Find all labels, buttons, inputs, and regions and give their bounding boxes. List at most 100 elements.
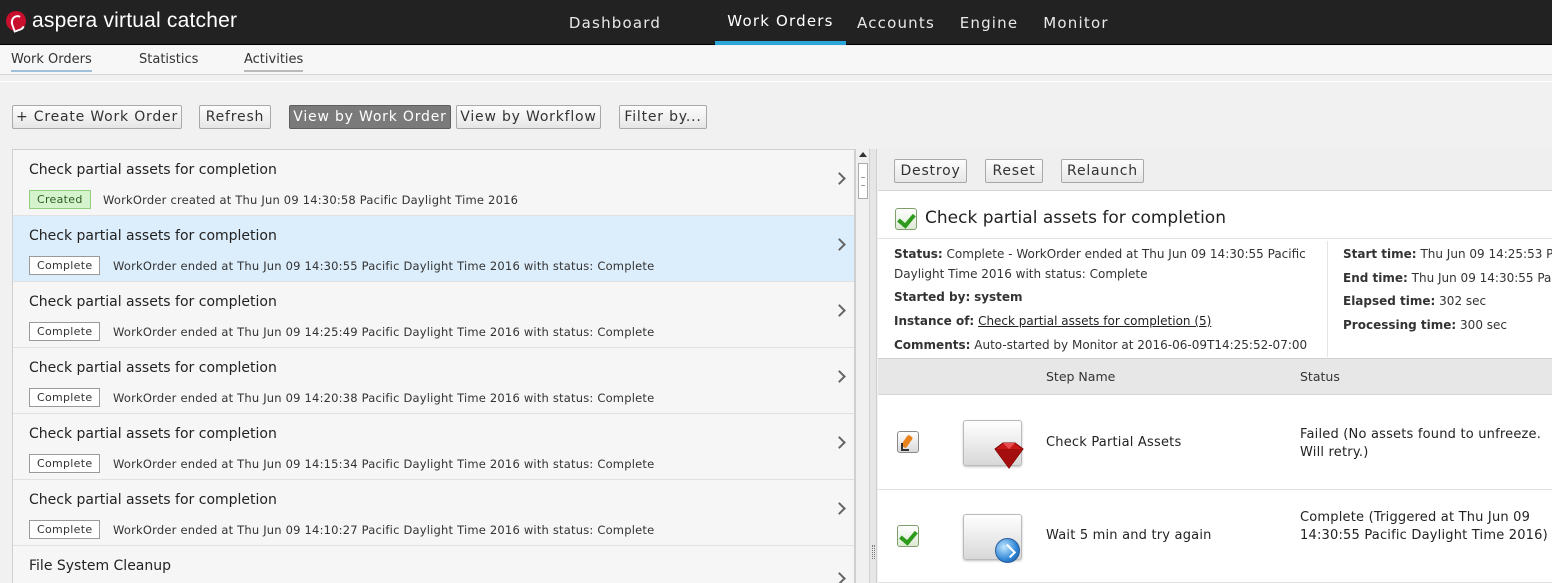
app-title: aspera virtual catcher: [32, 9, 238, 32]
detail-toolbar: Destroy Reset Relaunch: [878, 149, 1552, 191]
elapsed-time: Elapsed time: 302 sec: [1343, 291, 1486, 311]
status-badge: Complete: [29, 322, 101, 341]
nav-engine[interactable]: Engine: [955, 0, 1023, 45]
work-order-row[interactable]: Check partial assets for completion Comp…: [13, 282, 854, 348]
status-badge: Complete: [29, 388, 101, 407]
work-order-title: File System Cleanup: [29, 558, 172, 574]
started-by-key: Started by:: [894, 290, 971, 304]
app-logo[interactable]: aspera virtual catcher: [6, 8, 237, 34]
work-order-message: WorkOrder ended at Thu Jun 09 14:20:38 P…: [113, 391, 655, 405]
relaunch-button[interactable]: Relaunch: [1061, 159, 1144, 183]
chevron-right-icon[interactable]: [835, 304, 845, 318]
nav-monitor[interactable]: Monitor: [1038, 0, 1114, 45]
chevron-right-icon[interactable]: [835, 572, 845, 583]
view-by-workflow-button[interactable]: View by Workflow: [456, 105, 601, 129]
destroy-button[interactable]: Destroy: [894, 159, 967, 183]
nav-dashboard[interactable]: Dashboard: [558, 0, 672, 45]
aspera-logo-icon: [6, 11, 26, 31]
status-line-2: Daylight Time 2016 with status: Complete: [894, 267, 1148, 281]
chevron-right-icon[interactable]: [835, 370, 845, 384]
create-work-order-button[interactable]: + Create Work Order: [12, 105, 182, 129]
subtab-activities[interactable]: Activities: [244, 52, 304, 72]
processing-time: Processing time: 300 sec: [1343, 315, 1507, 335]
comments-key: Comments:: [894, 338, 971, 352]
status-badge: Complete: [29, 520, 101, 539]
view-by-work-order-button[interactable]: View by Work Order: [289, 105, 451, 129]
edit-warning-icon[interactable]: [897, 431, 919, 453]
chevron-right-icon[interactable]: [835, 502, 845, 516]
work-order-message: WorkOrder created at Thu Jun 09 14:30:58…: [103, 193, 519, 207]
sub-nav: Work Orders Statistics Activities: [0, 46, 1552, 75]
step-name: Wait 5 min and try again: [1046, 528, 1212, 543]
work-order-message: WorkOrder ended at Thu Jun 09 14:25:49 P…: [113, 325, 655, 339]
subtab-work-orders[interactable]: Work Orders: [11, 52, 92, 72]
work-order-title: Check partial assets for completion: [29, 228, 277, 244]
work-order-row[interactable]: Check partial assets for completion Comp…: [13, 414, 854, 480]
end-time-key: End time:: [1343, 271, 1408, 285]
work-order-detail: Destroy Reset Relaunch Check partial ass…: [878, 149, 1552, 583]
work-order-title: Check partial assets for completion: [29, 294, 277, 310]
panel-splitter[interactable]: [870, 149, 877, 583]
top-bar: aspera virtual catcher Dashboard Work Or…: [0, 0, 1552, 45]
end-time: End time: Thu Jun 09 14:30:55 Paci: [1343, 268, 1552, 288]
elapsed-time-key: Elapsed time:: [1343, 294, 1436, 308]
chevron-right-icon[interactable]: [835, 436, 845, 450]
checkmark-icon: [897, 525, 919, 547]
globe-icon: [995, 538, 1020, 563]
step-row[interactable]: Wait 5 min and try again Complete (Trigg…: [878, 490, 1552, 583]
drag-handle-icon[interactable]: [872, 545, 875, 559]
status-badge: Complete: [29, 454, 101, 473]
subtab-statistics[interactable]: Statistics: [139, 52, 198, 70]
work-order-message: WorkOrder ended at Thu Jun 09 14:10:27 P…: [113, 523, 655, 537]
status-value: Complete - WorkOrder ended at Thu Jun 09…: [946, 247, 1306, 261]
step-status: Complete (Triggered at Thu Jun 09 14:30:…: [1300, 510, 1548, 543]
instance-of: Instance of: Check partial assets for co…: [894, 311, 1211, 331]
work-order-message: WorkOrder ended at Thu Jun 09 14:15:34 P…: [113, 457, 655, 471]
start-time: Start time: Thu Jun 09 14:25:53 Pa: [1343, 244, 1552, 264]
status-line-1: Status: Complete - WorkOrder ended at Th…: [894, 244, 1306, 264]
elapsed-time-value: 302 sec: [1439, 294, 1487, 308]
scroll-up-icon[interactable]: [859, 152, 867, 157]
work-order-message: WorkOrder ended at Thu Jun 09 14:30:55 P…: [113, 259, 655, 273]
chevron-right-icon[interactable]: [835, 172, 845, 186]
work-order-row[interactable]: Check partial assets for completion Crea…: [13, 150, 854, 216]
step-name-column-header[interactable]: Step Name: [1046, 369, 1115, 384]
work-order-list: Check partial assets for completion Crea…: [12, 149, 855, 583]
work-order-title: Check partial assets for completion: [29, 162, 277, 178]
ruby-gem-icon: [994, 442, 1024, 469]
step-row[interactable]: Check Partial Assets Failed (No assets f…: [878, 395, 1552, 490]
detail-title: Check partial assets for completion: [925, 208, 1226, 228]
instance-of-key: Instance of:: [894, 314, 975, 328]
started-by: Started by: system: [894, 287, 1023, 307]
nav-work-orders[interactable]: Work Orders: [715, 0, 846, 45]
work-order-row[interactable]: Check partial assets for completion Comp…: [13, 348, 854, 414]
detail-info: Status: Complete - WorkOrder ended at Th…: [878, 238, 1552, 358]
info-divider: [1327, 241, 1328, 357]
started-by-value: system: [974, 290, 1023, 304]
start-time-value: Thu Jun 09 14:25:53 Pa: [1420, 247, 1552, 261]
refresh-button[interactable]: Refresh: [199, 105, 271, 129]
status-badge: Created: [29, 190, 91, 209]
work-order-row-selected[interactable]: Check partial assets for completion Comp…: [13, 216, 854, 282]
work-order-row[interactable]: File System Cleanup: [13, 546, 854, 583]
processing-time-key: Processing time:: [1343, 318, 1457, 332]
chevron-right-icon[interactable]: [835, 238, 845, 252]
status-column-header[interactable]: Status: [1300, 369, 1340, 384]
scrollbar-thumb[interactable]: [858, 163, 868, 199]
checkmark-icon: [895, 208, 917, 230]
reset-button[interactable]: Reset: [985, 159, 1043, 183]
instance-of-link[interactable]: Check partial assets for completion (5): [978, 314, 1211, 328]
nav-accounts[interactable]: Accounts: [852, 0, 940, 45]
processing-time-value: 300 sec: [1460, 318, 1507, 332]
status-badge: Complete: [29, 256, 101, 275]
list-scrollbar[interactable]: [855, 149, 870, 583]
filter-by-button[interactable]: Filter by...: [619, 105, 707, 129]
steps-table-header: Step Name Status: [878, 358, 1552, 395]
end-time-value: Thu Jun 09 14:30:55 Paci: [1411, 271, 1552, 285]
step-status: Failed (No assets found to unfreeze. Wil…: [1300, 427, 1542, 460]
comments: Comments: Auto-started by Monitor at 201…: [894, 335, 1307, 355]
work-order-title: Check partial assets for completion: [29, 360, 277, 376]
work-order-title: Check partial assets for completion: [29, 426, 277, 442]
start-time-key: Start time:: [1343, 247, 1417, 261]
work-order-row[interactable]: Check partial assets for completion Comp…: [13, 480, 854, 546]
